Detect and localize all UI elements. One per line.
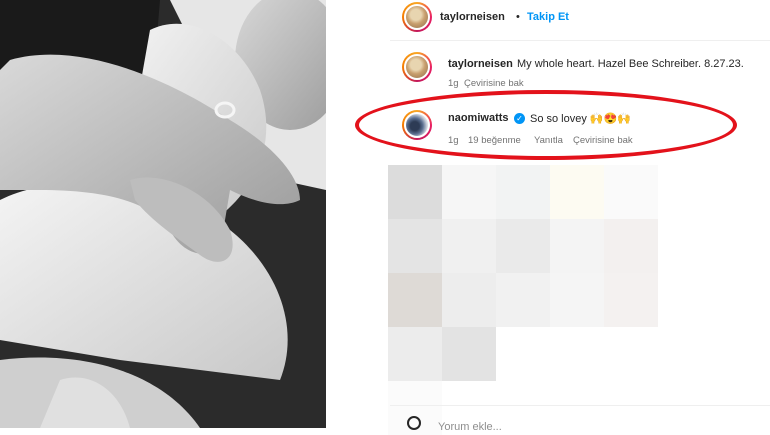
caption-avatar[interactable]: [402, 52, 432, 82]
post-photo: [0, 0, 326, 428]
header-separator: •: [516, 11, 520, 23]
caption-username[interactable]: taylorneisen: [448, 58, 513, 70]
caption-time: 1g: [448, 78, 459, 89]
add-comment-input[interactable]: Yorum ekle...: [438, 421, 502, 433]
author-username[interactable]: taylorneisen: [440, 11, 505, 23]
header-divider: [390, 40, 770, 41]
caption-translate-link[interactable]: Çevirisine bak: [464, 78, 524, 89]
highlight-ellipse: [355, 90, 737, 160]
caption-text: My whole heart. Hazel Bee Schreiber. 8.2…: [517, 58, 744, 70]
footer-divider: [390, 405, 770, 406]
author-avatar[interactable]: [402, 2, 432, 32]
follow-button[interactable]: Takip Et: [527, 11, 569, 23]
